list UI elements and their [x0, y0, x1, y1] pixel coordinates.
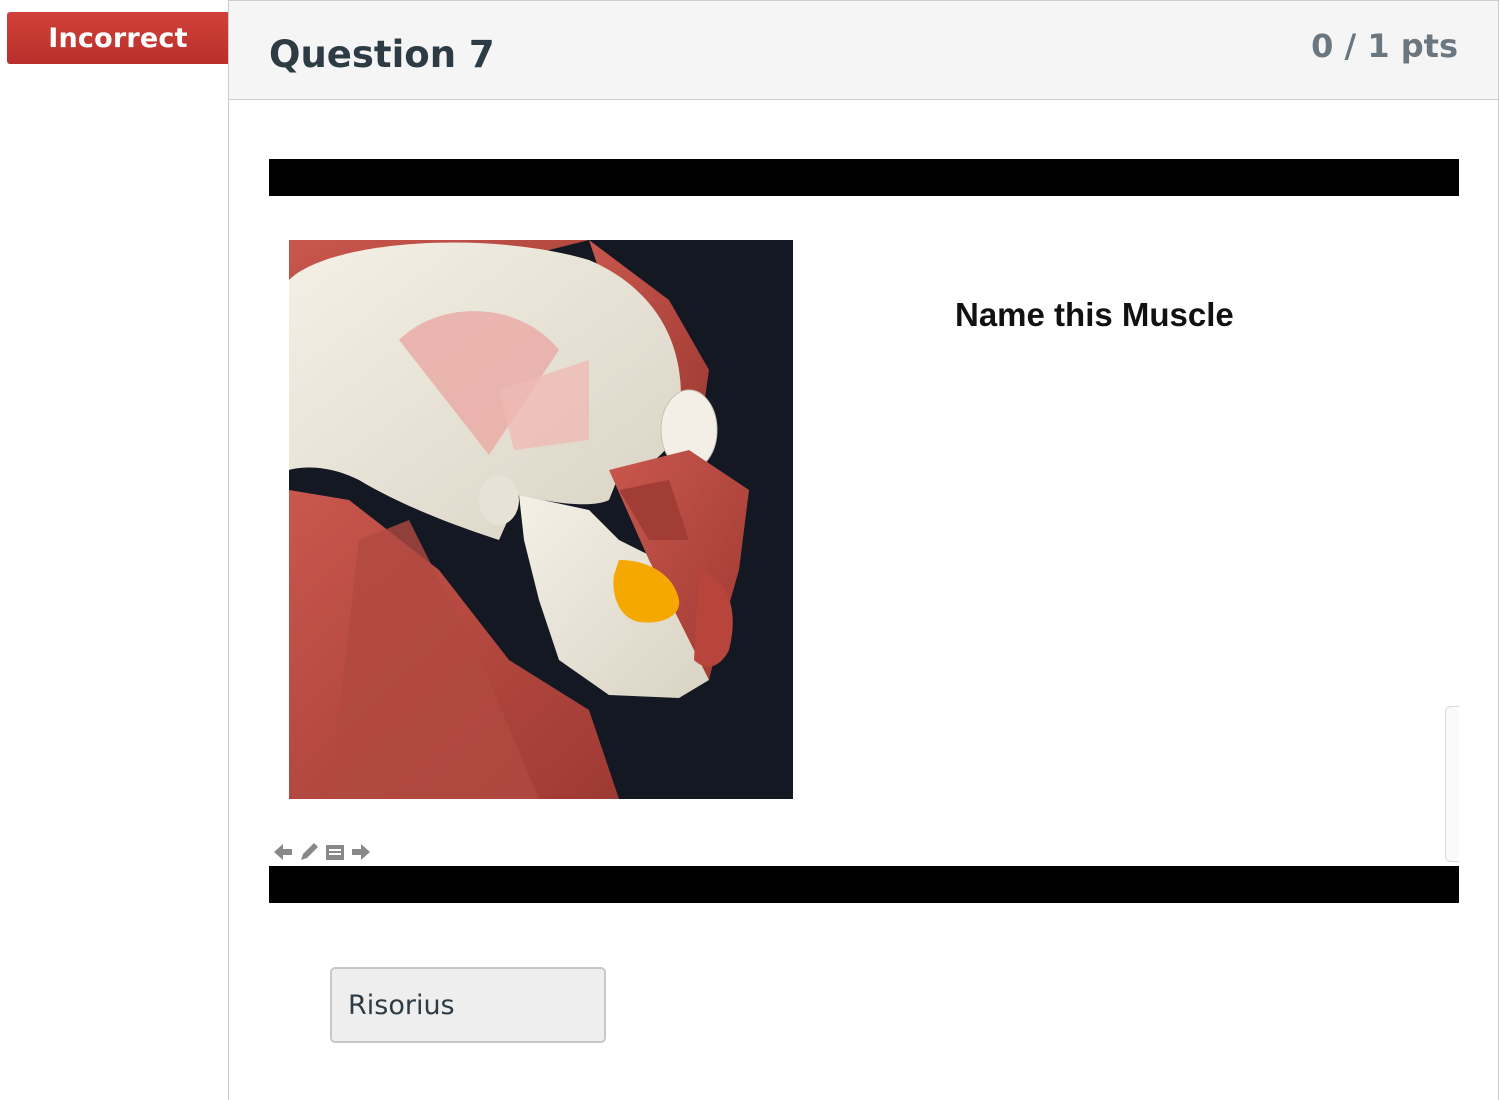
slide-top-bar [269, 159, 1459, 196]
head-muscles-illustration [289, 240, 793, 800]
question-title: Question 7 [269, 33, 495, 76]
question-points: 0 / 1 pts [1311, 27, 1458, 65]
side-panel-handle[interactable] [1445, 706, 1459, 862]
slide-bottom-bar [269, 866, 1459, 903]
incorrect-badge: Incorrect [7, 12, 243, 64]
slide-prompt: Name this Muscle [955, 296, 1234, 333]
arrow-right-icon[interactable] [349, 840, 373, 864]
slide-nav-controls [271, 840, 373, 864]
pencil-icon[interactable] [297, 840, 321, 864]
anatomy-head-image [289, 240, 793, 800]
arrow-left-icon[interactable] [271, 840, 295, 864]
question-header: Question 7 0 / 1 pts [229, 0, 1498, 100]
notes-icon[interactable] [323, 840, 347, 864]
answer-value: Risorius [330, 967, 606, 1043]
question-card: Question 7 0 / 1 pts Name this Muscle Ri… [228, 0, 1499, 1100]
